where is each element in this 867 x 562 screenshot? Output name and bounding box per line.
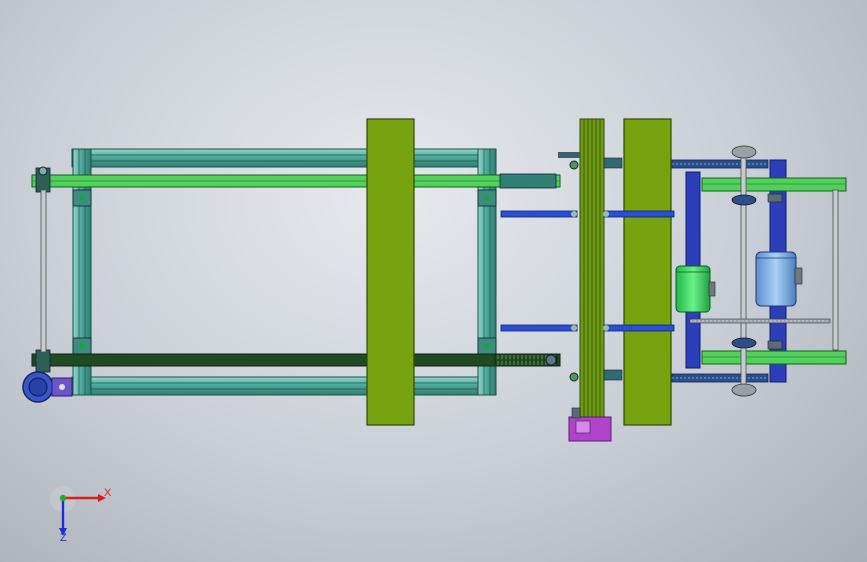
lift-block-right — [623, 118, 672, 426]
right-end-shaft — [832, 189, 839, 351]
x-axis-label: X — [104, 487, 112, 499]
left-end-shaft — [40, 189, 47, 353]
motor-green — [675, 265, 716, 313]
z-axis-label: Z — [60, 532, 67, 544]
gearmotor-left — [22, 371, 73, 403]
y-axis-dot — [59, 494, 67, 502]
conveyor-assembly-drawing: X Z — [22, 118, 847, 544]
roller-stack — [579, 118, 605, 418]
lift-block-left — [366, 118, 415, 426]
axis-triad: X Z — [50, 486, 112, 544]
motor-blue — [755, 251, 803, 307]
cad-viewport[interactable]: X Z — [0, 0, 867, 562]
